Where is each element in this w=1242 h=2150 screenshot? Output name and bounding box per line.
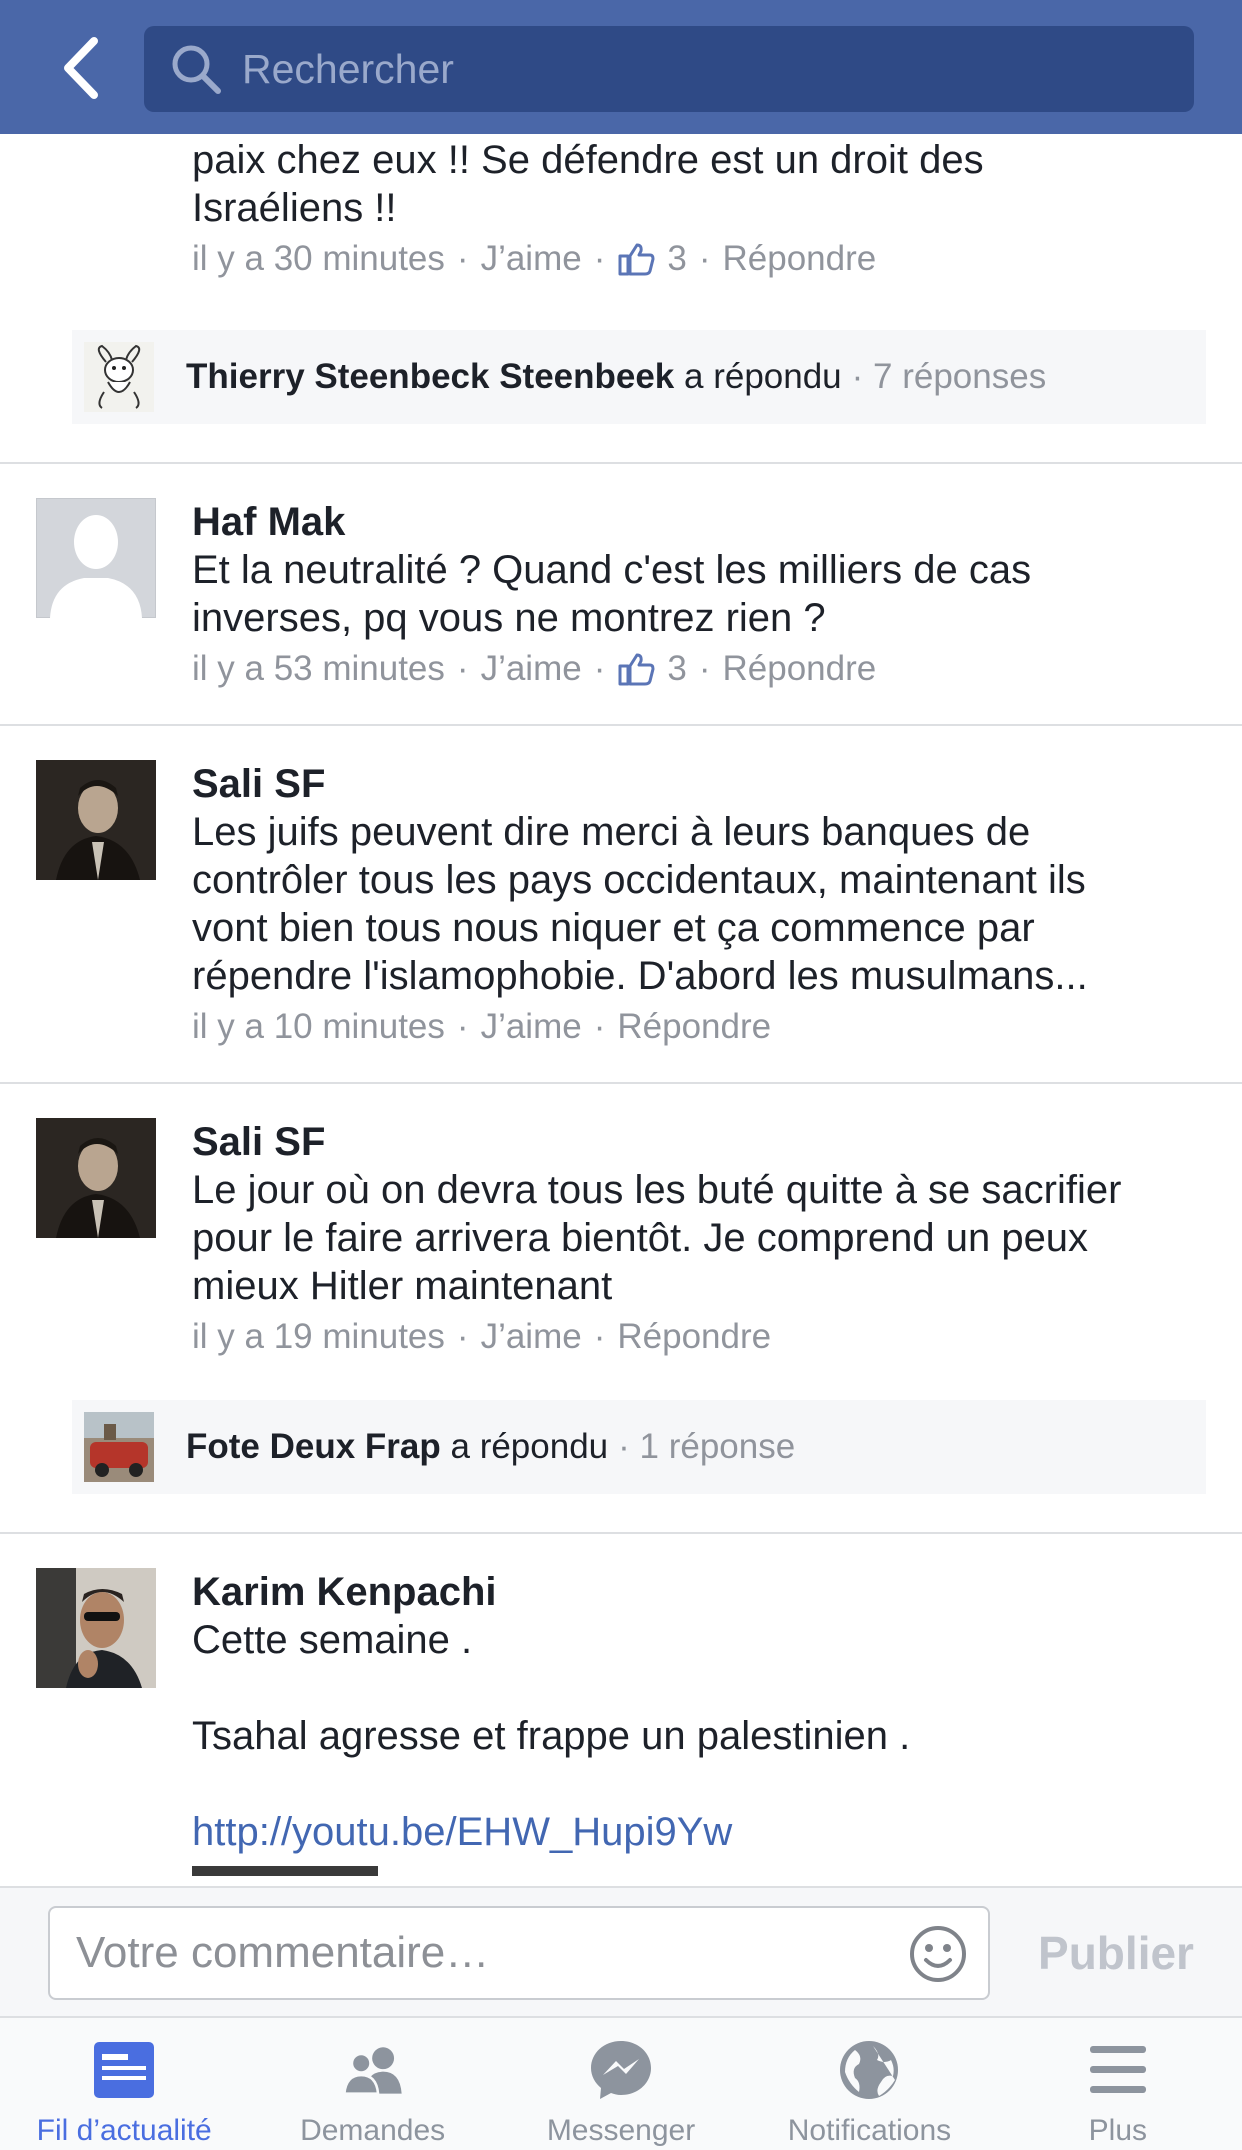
avatar[interactable] [36, 1118, 156, 1238]
divider [0, 1082, 1242, 1084]
replier-name[interactable]: Fote Deux Frap [186, 1427, 441, 1466]
reply-count: · 7 réponses [851, 357, 1047, 396]
search-input[interactable] [240, 44, 1144, 94]
avatar [84, 342, 154, 412]
thumbs-up-icon [617, 242, 655, 276]
comment-text-line: Cette semaine . [192, 1618, 473, 1662]
commenter-name[interactable]: Haf Mak [192, 498, 1222, 546]
divider [0, 462, 1242, 464]
reply-count: · 1 réponse [618, 1427, 796, 1466]
comment-meta: il y a 53 minutes · J’aime · 3 · Répondr… [192, 646, 1222, 692]
news-feed-icon [92, 2038, 156, 2102]
avatar[interactable] [36, 1568, 156, 1688]
tab-label: Messenger [546, 2114, 696, 2147]
comment-meta: il y a 19 minutes · J’aime · Répondre [192, 1314, 1222, 1360]
divider [0, 724, 1242, 726]
like-count: 3 [667, 649, 687, 688]
tab-label: Demandes [300, 2114, 446, 2147]
comment-timestamp: il y a 19 minutes [192, 1317, 445, 1356]
reply-link[interactable]: Répondre [617, 1004, 771, 1050]
comment-text: Les juifs peuvent dire merci à leurs ban… [192, 810, 1088, 998]
comment-field[interactable] [48, 1906, 990, 2000]
comment-text: paix chez eux !! Se défendre est un droi… [192, 138, 984, 230]
emoji-icon[interactable] [908, 1924, 968, 1984]
tab-news-feed[interactable]: Fil d’actualité [0, 2018, 248, 2150]
comment-timestamp: il y a 53 minutes [192, 649, 445, 688]
tab-notifications[interactable]: Notifications [745, 2018, 993, 2150]
comment-meta: il y a 30 minutes · J’aime · 3 · Répondr… [192, 236, 1212, 282]
bottom-tab-bar: Fil d’actualité Demandes Messenger Notif… [0, 2016, 1242, 2150]
search-icon [170, 41, 226, 97]
tab-label: Fil d’actualité [36, 2114, 212, 2147]
like-count: 3 [667, 239, 687, 278]
like-link[interactable]: J’aime [481, 236, 582, 282]
globe-icon [837, 2038, 901, 2102]
comment-partial: paix chez eux !! Se défendre est un droi… [192, 136, 1212, 282]
search-bar[interactable] [144, 26, 1194, 112]
comment-text: Le jour où on devra tous les buté quitte… [192, 1168, 1122, 1308]
comment-timestamp: il y a 30 minutes [192, 239, 445, 278]
divider [0, 1532, 1242, 1534]
comment-text-line: Tsahal agresse et frappe un palestinien … [192, 1714, 911, 1758]
comment-text: Et la neutralité ? Quand c'est les milli… [192, 548, 1032, 640]
video-link[interactable]: http://youtu.be/EHW_Hupi9Yw [192, 1808, 1222, 1856]
tab-requests[interactable]: Demandes [248, 2018, 496, 2150]
comment-timestamp: il y a 10 minutes [192, 1007, 445, 1046]
friends-icon [341, 2038, 405, 2102]
menu-icon [1086, 2038, 1150, 2102]
comment-input[interactable] [74, 1927, 878, 1979]
reply-link[interactable]: Répondre [722, 646, 876, 692]
avatar-placeholder[interactable] [36, 498, 156, 618]
commenter-name[interactable]: Sali SF [192, 1118, 1222, 1166]
like-link[interactable]: J’aime [481, 646, 582, 692]
commenter-name[interactable]: Karim Kenpachi [192, 1568, 1222, 1616]
like-link[interactable]: J’aime [481, 1004, 582, 1050]
messenger-icon [589, 2038, 653, 2102]
thumbs-up-icon [617, 652, 655, 686]
avatar[interactable] [36, 760, 156, 880]
commenter-name[interactable]: Sali SF [192, 760, 1222, 808]
reply-link[interactable]: Répondre [722, 236, 876, 282]
publish-button[interactable]: Publier [1010, 1906, 1222, 2000]
top-navigation-bar [0, 0, 1242, 134]
comment-composer: Publier [0, 1886, 1242, 2016]
tab-label: Notifications [787, 2114, 952, 2147]
replied-label: a répondu [450, 1427, 609, 1466]
back-button[interactable] [52, 32, 108, 104]
replied-label: a répondu [684, 357, 842, 396]
comments-feed: paix chez eux !! Se défendre est un droi… [0, 134, 1242, 1886]
replier-name[interactable]: Thierry Steenbeck Steenbeek [186, 357, 674, 396]
like-link[interactable]: J’aime [481, 1314, 582, 1360]
avatar [84, 1412, 154, 1482]
tab-label: Plus [1088, 2114, 1147, 2147]
replies-summary[interactable]: Thierry Steenbeck Steenbeek a répondu · … [72, 330, 1206, 424]
comment-meta: il y a 10 minutes · J’aime · Répondre [192, 1004, 1222, 1050]
tab-more[interactable]: Plus [994, 2018, 1242, 2150]
reply-link[interactable]: Répondre [617, 1314, 771, 1360]
chevron-left-icon [64, 37, 98, 99]
tab-messenger[interactable]: Messenger [497, 2018, 745, 2150]
link-preview-thumbnail[interactable] [192, 1866, 378, 1876]
replies-summary[interactable]: Fote Deux Frap a répondu · 1 réponse [72, 1400, 1206, 1494]
